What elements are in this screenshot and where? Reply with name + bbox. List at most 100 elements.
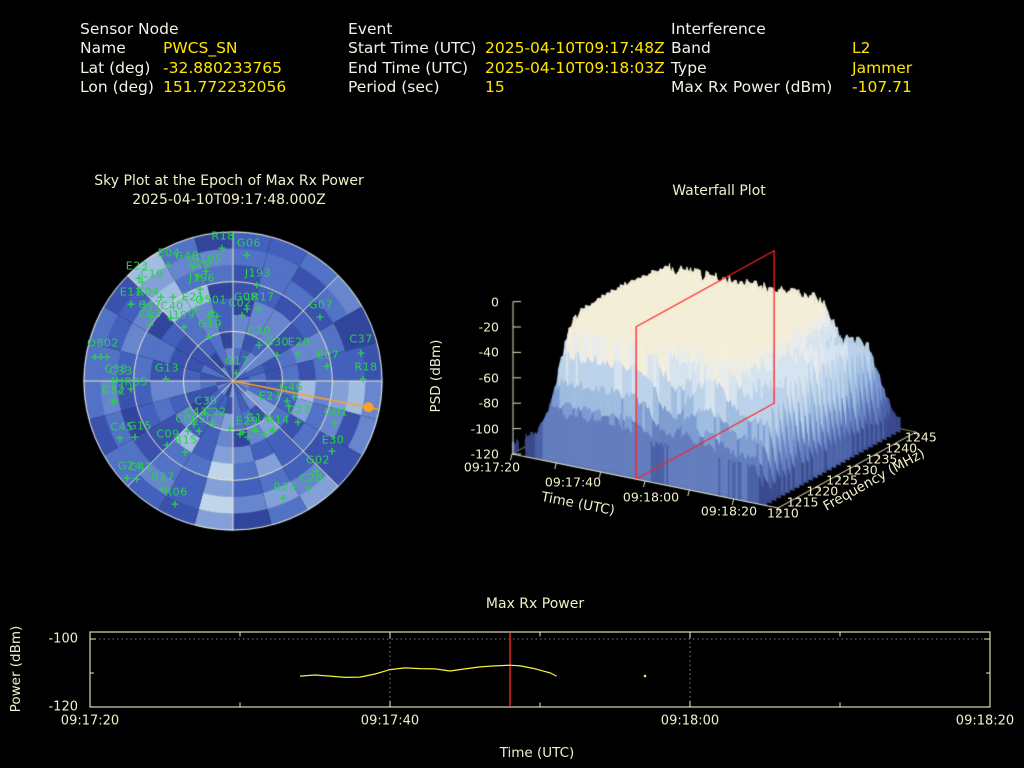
waterfall-canvas [420, 190, 980, 535]
satellite-label: O802 [87, 336, 119, 350]
interference-type-label: Type [671, 58, 707, 77]
sensor-node-title: Sensor Node [80, 20, 179, 38]
power-x-tick-label: 09:18:00 [660, 713, 720, 729]
event-end-label: End Time (UTC) [348, 58, 469, 77]
satellite-label: G30 [264, 335, 290, 349]
satellite-marker-icon: + [293, 415, 303, 429]
satellite-marker-icon: + [212, 309, 222, 323]
sensor-name-row: Name PWCS_SN [80, 39, 286, 58]
sky-plot-title: Sky Plot at the Epoch of Max Rx Power [94, 173, 364, 189]
satellite-marker-icon: + [170, 497, 180, 511]
satellite-marker-icon: + [126, 382, 136, 396]
satellite-marker-icon: + [242, 248, 252, 262]
satellite-marker-icon: + [237, 308, 247, 322]
satellite-marker-icon: + [90, 350, 100, 364]
satellite-marker-icon: + [254, 338, 264, 352]
satellite-marker-icon: + [272, 348, 282, 362]
satellite-marker-icon: + [126, 297, 136, 311]
sky-plot-epoch: 2025-04-10T09:17:48.000Z [132, 192, 326, 208]
event-end-value: 2025-04-10T09:18:03Z [485, 58, 665, 77]
waterfall-time-tick-label: 09:18:20 [700, 503, 758, 519]
waterfall-z-tick-label: -100 [470, 421, 499, 437]
satellite-marker-icon: + [204, 329, 214, 343]
sensor-lon-label: Lon (deg) [80, 77, 154, 96]
satellite-marker-icon: + [356, 346, 366, 360]
power-trace [299, 664, 557, 679]
satellite-marker-icon: + [358, 372, 368, 386]
satellite-marker-icon: + [330, 416, 340, 430]
waterfall-z-tick-label: -40 [478, 344, 499, 360]
event-start-row: Start Time (UTC) 2025-04-10T09:17:48Z [348, 39, 665, 58]
sensor-lat-label: Lat (deg) [80, 58, 151, 77]
power-x-axis-label: Time (UTC) [499, 745, 575, 761]
sensor-lon-row: Lon (deg) 151.772232056 [80, 78, 286, 97]
interference-type-row: Type Jammer [671, 59, 912, 78]
waterfall-z-tick-label: 0 [491, 294, 499, 310]
satellite-marker-icon: + [284, 399, 294, 413]
satellite-marker-icon: + [322, 359, 332, 373]
satellite-marker-icon: + [130, 430, 140, 444]
interference-band-row: Band L2 [671, 39, 912, 58]
power-x-tick-label: 09:17:40 [360, 713, 420, 729]
satellite-marker-icon: + [145, 318, 155, 332]
power-trace-point [643, 674, 647, 678]
event-panel: Event Start Time (UTC) 2025-04-10T09:17:4… [348, 20, 665, 97]
interference-power-value: -107.71 [852, 77, 912, 96]
power-x-tick-label: 09:17:20 [60, 713, 120, 729]
waterfall-z-tick-label: -60 [478, 370, 499, 386]
interference-panel: Interference Band L2 Type Jammer Max Rx Po… [671, 20, 912, 97]
event-period-label: Period (sec) [348, 77, 440, 96]
waterfall-time-tick-label: 09:18:00 [622, 489, 680, 505]
sensor-name-label: Name [80, 39, 126, 58]
satellite-marker-icon: + [115, 431, 125, 445]
sensor-lon-value: 151.772232056 [163, 77, 287, 96]
power-y-tick-label: -120 [48, 699, 78, 715]
satellite-marker-icon: + [315, 310, 325, 324]
power-plot-frame [89, 631, 991, 708]
event-title: Event [348, 20, 393, 38]
satellite-marker-icon: + [225, 421, 235, 435]
power-y-axis-label: Power (dBm) [8, 625, 24, 713]
satellite-marker-icon: + [254, 302, 264, 316]
interference-dashboard: { "header": { "sensor": { "title": "Sens… [0, 0, 1024, 768]
power-plot-title: Max Rx Power [485, 596, 585, 612]
satellite-marker-icon: + [102, 350, 112, 364]
interference-band-label: Band [671, 39, 711, 58]
interference-title: Interference [671, 20, 766, 38]
sensor-name-value: PWCS_SN [163, 39, 238, 58]
satellite-label: E27 [258, 389, 282, 403]
interference-type-value: Jammer [852, 58, 913, 77]
satellite-marker-icon: + [161, 372, 171, 386]
event-end-row: End Time (UTC) 2025-04-10T09:18:03Z [348, 59, 665, 78]
waterfall-z-tick-label: -80 [478, 395, 499, 411]
sensor-lat-value: -32.880233765 [163, 58, 282, 77]
satellite-marker-icon: + [162, 438, 172, 452]
satellite-label: C37 [349, 332, 373, 346]
waterfall-z-axis-label: PSD (dBm) [428, 339, 444, 413]
event-period-value: 15 [485, 77, 505, 96]
satellite-marker-icon: + [163, 258, 173, 272]
interference-power-row: Max Rx Power (dBm) -107.71 [671, 78, 912, 97]
satellite-marker-icon: + [109, 395, 119, 409]
interference-band-value: L2 [852, 39, 871, 58]
waterfall-time-tick-label: 09:17:40 [544, 474, 602, 490]
satellite-marker-icon: + [179, 320, 189, 334]
satellite-marker-icon: + [231, 366, 241, 380]
satellite-marker-icon: + [278, 491, 288, 505]
power-x-tick-label: 09:18:20 [955, 713, 1015, 729]
satellite-marker-icon: + [267, 423, 277, 437]
satellite-marker-icon: + [168, 290, 178, 304]
satellite-marker-icon: + [304, 482, 314, 496]
satellite-marker-icon: + [293, 347, 303, 361]
interference-power-label: Max Rx Power (dBm) [671, 77, 833, 96]
event-period-row: Period (sec) 15 [348, 78, 665, 97]
sensor-lat-row: Lat (deg) -32.880233765 [80, 59, 286, 78]
waterfall-frequency-tick-label: 1245 [905, 429, 937, 445]
satellite-marker-icon: + [180, 445, 190, 459]
satellite-marker-icon: + [112, 373, 122, 387]
event-start-value: 2025-04-10T09:17:48Z [485, 39, 665, 58]
event-start-label: Start Time (UTC) [348, 39, 477, 58]
power-y-tick-label: -100 [48, 631, 78, 647]
sensor-node-panel: Sensor Node Name PWCS_SN Lat (deg) -32.880… [80, 20, 286, 97]
satellite-marker-icon: + [156, 290, 166, 304]
